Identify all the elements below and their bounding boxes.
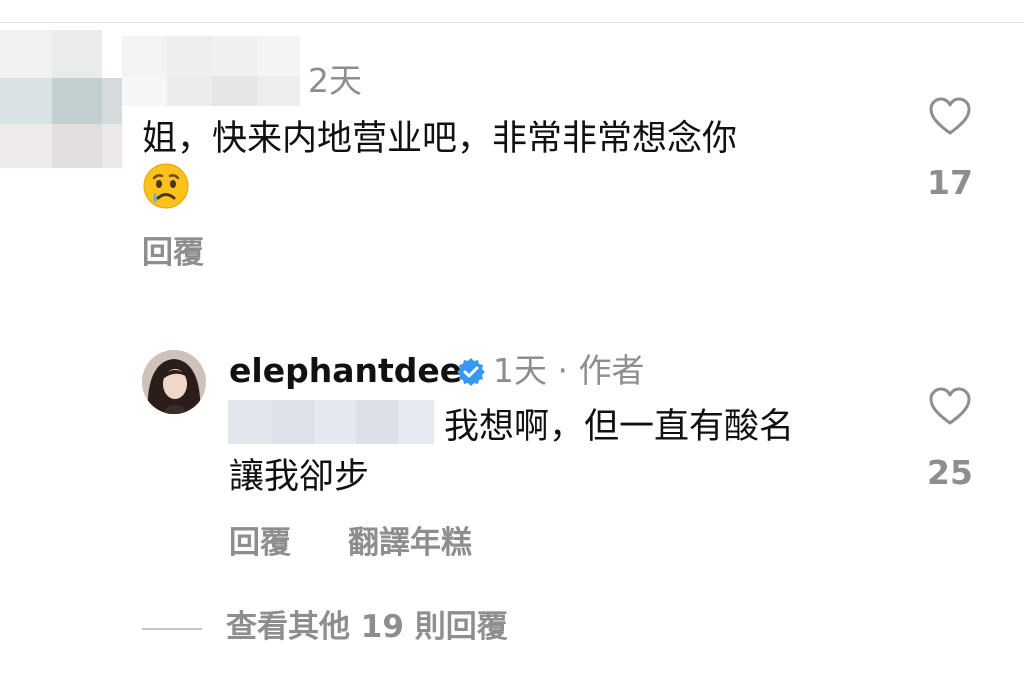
- author-username[interactable]: elephantdee: [229, 354, 462, 387]
- comments-section: 2天 姐，快来内地营业吧，非常非常想念你 回覆 17 elephantdee 1…: [0, 0, 1024, 694]
- comment-time: 2天: [308, 61, 362, 100]
- like-count: 17: [927, 163, 973, 202]
- comment-time-author: 1天 · 作者: [493, 351, 645, 390]
- comment-text: 姐，快来内地营业吧，非常非常想念你: [142, 119, 738, 159]
- like-count: 25: [927, 453, 973, 492]
- translate-button[interactable]: 翻譯年糕: [348, 528, 472, 559]
- like-heart-icon[interactable]: [929, 387, 971, 427]
- divider: [0, 22, 1024, 23]
- like-heart-icon[interactable]: [929, 97, 971, 137]
- reply-text-line2: 讓我卻步: [229, 457, 370, 497]
- reply-text-line1: 我想啊，但一直有酸名: [444, 407, 795, 447]
- reply-button[interactable]: 回覆: [142, 238, 204, 269]
- reply-button[interactable]: 回覆: [229, 528, 291, 559]
- author-avatar[interactable]: [142, 350, 206, 414]
- view-more-replies-button[interactable]: 查看其他 19 則回覆: [226, 612, 508, 643]
- verified-badge-icon: [457, 358, 485, 386]
- crying-face-icon: [143, 163, 189, 209]
- view-replies-line: [142, 628, 202, 630]
